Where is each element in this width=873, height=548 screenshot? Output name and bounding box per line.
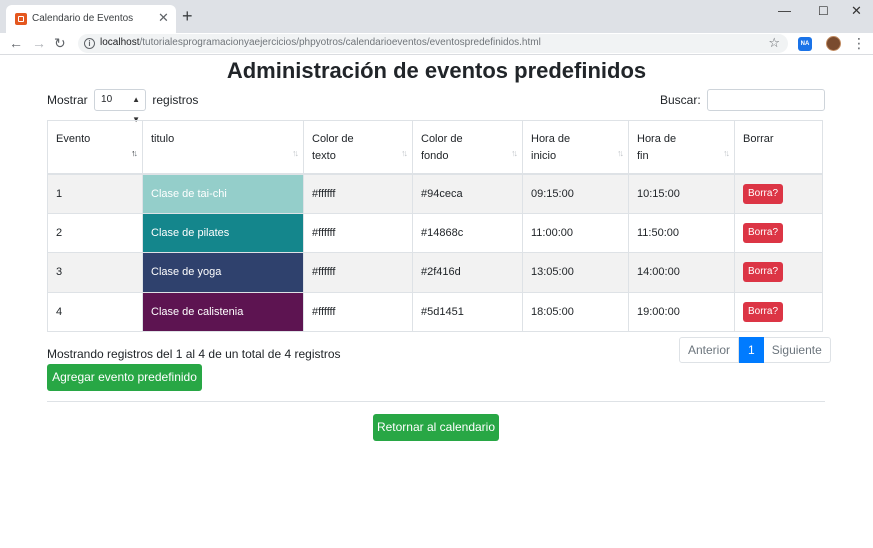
- table-row: 2 Clase de pilates #ffffff #14868c 11:00…: [47, 212, 823, 253]
- tab-title: Calendario de Eventos: [32, 13, 134, 24]
- search-input[interactable]: [707, 88, 825, 111]
- col-header-hora-inicio[interactable]: Hora de inicio ↑↓: [522, 120, 629, 175]
- extension-icon[interactable]: NA: [798, 37, 812, 51]
- cell-hora-inicio: 11:00:00: [522, 212, 629, 253]
- divider: [47, 401, 825, 402]
- reload-icon[interactable]: ↻: [54, 35, 66, 51]
- table-row: 3 Clase de yoga #ffffff #2f416d 13:05:00…: [47, 252, 823, 293]
- sort-asc-icon: ↑↓: [131, 147, 138, 158]
- cell-color-texto: #ffffff: [303, 212, 413, 253]
- cell-color-fondo: #94ceca: [412, 173, 523, 214]
- col-header-borrar: Borrar: [734, 120, 823, 175]
- cell-hora-fin: 14:00:00: [628, 252, 735, 293]
- sort-icon: ↑↓: [401, 147, 408, 158]
- length-control: Mostrar 10 ▲ ▼ registros: [47, 89, 199, 124]
- col-header-hora-fin[interactable]: Hora de fin ↑↓: [628, 120, 735, 175]
- pagination: Anterior 1 Siguiente: [679, 337, 831, 363]
- cell-color-fondo: #2f416d: [412, 252, 523, 293]
- table-row: 1 Clase de tai-chi #ffffff #94ceca 09:15…: [47, 173, 823, 214]
- browser-tab[interactable]: Calendario de Eventos ✕: [6, 5, 176, 33]
- table-header-row: Evento ↑↓ titulo ↑↓ Color de texto ↑↓ Co…: [47, 120, 823, 175]
- browser-tab-bar: Calendario de Eventos ✕ + — ☐ ✕: [0, 0, 873, 33]
- forward-arrow-icon[interactable]: →: [32, 35, 46, 51]
- cell-color-texto: #ffffff: [303, 173, 413, 214]
- delete-button[interactable]: Borra?: [743, 301, 784, 322]
- add-event-button[interactable]: Agregar evento predefinido: [47, 364, 202, 391]
- profile-avatar-icon[interactable]: [826, 36, 841, 51]
- cell-color-texto: #ffffff: [303, 291, 413, 332]
- cell-evento: 3: [47, 252, 143, 293]
- window-close-icon[interactable]: ✕: [851, 3, 862, 19]
- search-control: Buscar:: [659, 88, 825, 111]
- address-bar[interactable]: i localhost/tutorialesprogramacionyaejer…: [78, 34, 788, 53]
- events-table: Evento ↑↓ titulo ↑↓ Color de texto ↑↓ Co…: [47, 120, 823, 332]
- cell-evento: 2: [47, 212, 143, 253]
- cell-titulo: Clase de pilates: [142, 212, 304, 253]
- cell-titulo: Clase de calistenia: [142, 291, 304, 332]
- length-select[interactable]: 10 ▲ ▼: [94, 89, 147, 124]
- cell-hora-fin: 11:50:00: [628, 212, 735, 253]
- url-text[interactable]: localhost/tutorialesprogramacionyaejerci…: [100, 37, 541, 48]
- pagination-page-button[interactable]: 1: [739, 337, 764, 363]
- cell-evento: 1: [47, 173, 143, 214]
- cell-hora-fin: 19:00:00: [628, 291, 735, 332]
- bookmark-star-icon[interactable]: ☆: [768, 35, 780, 51]
- back-arrow-icon[interactable]: ←: [9, 35, 23, 51]
- col-header-color-texto[interactable]: Color de texto ↑↓: [303, 120, 413, 175]
- sort-icon: ↑↓: [617, 147, 624, 158]
- pagination-prev-button[interactable]: Anterior: [679, 337, 740, 363]
- site-info-icon[interactable]: i: [84, 38, 95, 49]
- cell-hora-fin: 10:15:00: [628, 173, 735, 214]
- length-label-post: registros: [152, 93, 199, 107]
- cell-color-fondo: #5d1451: [412, 291, 523, 332]
- cell-evento: 4: [47, 291, 143, 332]
- browser-toolbar: ← → ↻ i localhost/tutorialesprogramacion…: [0, 33, 873, 55]
- cell-titulo: Clase de tai-chi: [142, 173, 304, 214]
- new-tab-icon[interactable]: +: [182, 6, 193, 26]
- site-favicon-icon: [15, 13, 27, 25]
- table-row: 4 Clase de calistenia #ffffff #5d1451 18…: [47, 291, 823, 332]
- col-header-evento[interactable]: Evento ↑↓: [47, 120, 143, 175]
- table-info: Mostrando registros del 1 al 4 de un tot…: [47, 347, 341, 361]
- delete-button[interactable]: Borra?: [743, 183, 784, 204]
- sort-icon: ↑↓: [511, 147, 518, 158]
- delete-button[interactable]: Borra?: [743, 262, 784, 283]
- page-title: Administración de eventos predefinidos: [226, 58, 647, 83]
- col-header-color-fondo[interactable]: Color de fondo ↑↓: [412, 120, 523, 175]
- cell-borrar: Borra?: [734, 173, 823, 214]
- length-label-pre: Mostrar: [47, 93, 88, 107]
- cell-hora-inicio: 09:15:00: [522, 173, 629, 214]
- minimize-icon[interactable]: —: [778, 3, 791, 19]
- tab-close-icon[interactable]: ✕: [158, 10, 169, 26]
- cell-borrar: Borra?: [734, 212, 823, 253]
- maximize-icon[interactable]: ☐: [818, 3, 829, 19]
- sort-icon: ↑↓: [292, 147, 299, 158]
- delete-button[interactable]: Borra?: [743, 222, 784, 243]
- sort-icon: ↑↓: [723, 147, 730, 158]
- cell-borrar: Borra?: [734, 252, 823, 293]
- cell-hora-inicio: 18:05:00: [522, 291, 629, 332]
- col-header-titulo[interactable]: titulo ↑↓: [142, 120, 304, 175]
- pagination-next-button[interactable]: Siguiente: [763, 337, 831, 363]
- search-label: Buscar:: [659, 92, 701, 107]
- cell-titulo: Clase de yoga: [142, 252, 304, 293]
- browser-menu-icon[interactable]: ⋮: [852, 35, 866, 51]
- length-value: 10: [101, 94, 113, 105]
- cell-color-texto: #ffffff: [303, 252, 413, 293]
- cell-hora-inicio: 13:05:00: [522, 252, 629, 293]
- return-calendar-button[interactable]: Retornar al calendario: [373, 414, 499, 441]
- cell-borrar: Borra?: [734, 291, 823, 332]
- cell-color-fondo: #14868c: [412, 212, 523, 253]
